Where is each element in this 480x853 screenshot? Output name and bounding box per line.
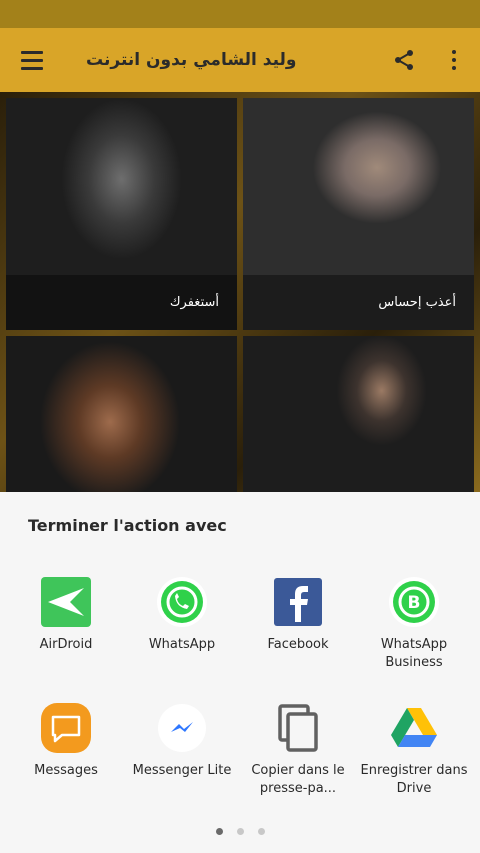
messages-icon (40, 702, 92, 754)
song-title: أعذب إحساس (378, 295, 456, 310)
app-label: Messenger Lite (132, 763, 232, 778)
page-dot[interactable] (257, 828, 265, 835)
messenger-lite-icon (156, 702, 208, 754)
hamburger-menu-icon[interactable] (0, 28, 64, 92)
app-title: وليد الشامي بدون انترنت (86, 50, 297, 70)
song-title: أستغفرك (169, 295, 219, 310)
share-icon[interactable] (380, 28, 428, 92)
status-bar (0, 0, 480, 28)
app-label: Messages (34, 763, 98, 778)
page-dot[interactable] (236, 828, 244, 835)
copy-icon (272, 702, 324, 754)
svg-text:B: B (408, 593, 421, 613)
app-label: AirDroid (39, 637, 93, 652)
singer-photo (6, 336, 237, 492)
song-tile[interactable] (6, 336, 237, 492)
app-label: Enregistrer dans Drive (360, 763, 468, 796)
facebook-icon (272, 576, 324, 628)
song-tile[interactable] (243, 336, 474, 492)
share-target-drive[interactable]: Enregistrer dans Drive (354, 702, 474, 798)
app-bar: وليد الشامي بدون انترنت (0, 28, 480, 92)
song-tile[interactable]: أستغفرك (6, 98, 237, 330)
song-tile[interactable]: أعذب إحساس (243, 98, 474, 330)
page-dot-active[interactable] (215, 828, 223, 835)
whatsapp-business-icon: B (388, 576, 440, 628)
app-label: Facebook (267, 637, 329, 652)
page-indicator (0, 828, 480, 835)
share-target-copy-clipboard[interactable]: Copier dans le presse-pa... (238, 702, 358, 798)
share-sheet-title: Terminer l'action avec (28, 516, 227, 535)
share-target-messenger-lite[interactable]: Messenger Lite (122, 702, 242, 780)
drive-icon (388, 702, 440, 754)
app-label: Copier dans le presse-pa... (251, 763, 345, 796)
app-label: WhatsApp (148, 637, 216, 652)
share-sheet: Terminer l'action avec AirDroid WhatsApp (0, 492, 480, 853)
share-target-whatsapp[interactable]: WhatsApp (122, 576, 242, 654)
share-target-airdroid[interactable]: AirDroid (6, 576, 126, 654)
app-label: WhatsApp Business (380, 637, 448, 670)
share-target-facebook[interactable]: Facebook (238, 576, 358, 654)
whatsapp-icon (156, 576, 208, 628)
more-options-icon[interactable] (428, 28, 480, 92)
share-target-messages[interactable]: Messages (6, 702, 126, 780)
share-target-whatsapp-business[interactable]: B WhatsApp Business (354, 576, 474, 672)
singer-photo (243, 336, 474, 492)
airdroid-icon (40, 576, 92, 628)
song-gallery: أستغفرك أعذب إحساس (0, 92, 480, 492)
